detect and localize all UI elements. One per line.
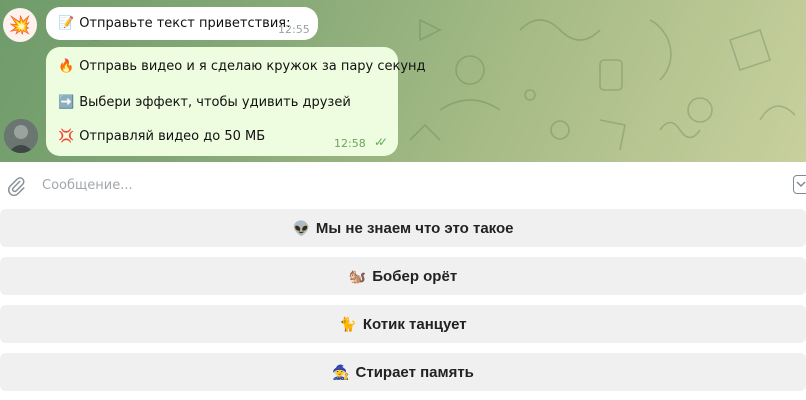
message-time: 12:55 <box>278 23 310 36</box>
wizard-icon: 🧙 <box>332 363 350 380</box>
message-line: ➡️ Выбери эффект, чтобы удивить друзей <box>58 95 351 110</box>
bot-avatar[interactable]: 💥 <box>3 8 37 42</box>
memo-icon: 📝 <box>58 16 75 31</box>
fire-icon: 🔥 <box>58 59 75 74</box>
message-line: 📝 Отправьте текст приветствия: <box>58 16 290 31</box>
keyboard-button-label: Бобер орёт <box>372 267 458 285</box>
message-line: 🔥 Отправь видео и я сделаю кружок за пар… <box>58 59 426 74</box>
cat-icon: 🐈 <box>339 315 357 332</box>
photo-avatar-icon <box>4 119 38 153</box>
message-bubble-incoming[interactable]: 📝 Отправьте текст приветствия: 12:55 <box>46 7 318 40</box>
attach-paperclip-icon[interactable] <box>6 176 26 196</box>
keyboard-button-label: Котик танцует <box>362 315 467 333</box>
message-time: 12:58 <box>334 137 366 150</box>
arrow-right-icon: ➡️ <box>58 95 75 110</box>
bot-commands-icon[interactable] <box>793 175 806 194</box>
explosion-icon: 💥 <box>8 14 32 36</box>
keyboard-button-label: Стирает память <box>355 363 474 381</box>
chat-area: 💥 📝 Отправьте текст приветствия: 12:55 🔥… <box>0 0 806 162</box>
keyboard-button-label: Мы не знаем что это такое <box>315 219 514 237</box>
message-text: Отправьте текст приветствия: <box>79 16 291 31</box>
keyboard-button-beaver[interactable]: 🐿️ Бобер орёт <box>0 257 806 295</box>
anger-icon: 💢 <box>58 129 75 144</box>
message-input[interactable] <box>34 171 790 199</box>
message-text: Отправляй видео до 50 МБ <box>79 129 266 144</box>
chevron-down-icon <box>796 181 806 188</box>
keyboard-button-memory[interactable]: 🧙 Стирает память <box>0 353 806 391</box>
message-text: Отправь видео и я сделаю кружок за пару … <box>79 59 426 74</box>
read-checks-icon: ✓✓ <box>374 135 388 149</box>
chipmunk-icon: 🐿️ <box>348 267 367 284</box>
message-input-bar <box>0 162 806 208</box>
user-avatar[interactable] <box>4 119 38 153</box>
message-line: 💢 Отправляй видео до 50 МБ <box>58 129 265 144</box>
message-bubble-outgoing[interactable]: 🔥 Отправь видео и я сделаю кружок за пар… <box>46 47 426 156</box>
keyboard-button-alien[interactable]: 👽 Мы не знаем что это такое <box>0 209 806 247</box>
message-text: Выбери эффект, чтобы удивить друзей <box>79 95 351 110</box>
keyboard-button-cat[interactable]: 🐈 Котик танцует <box>0 305 806 343</box>
alien-icon: 👽 <box>292 219 310 236</box>
